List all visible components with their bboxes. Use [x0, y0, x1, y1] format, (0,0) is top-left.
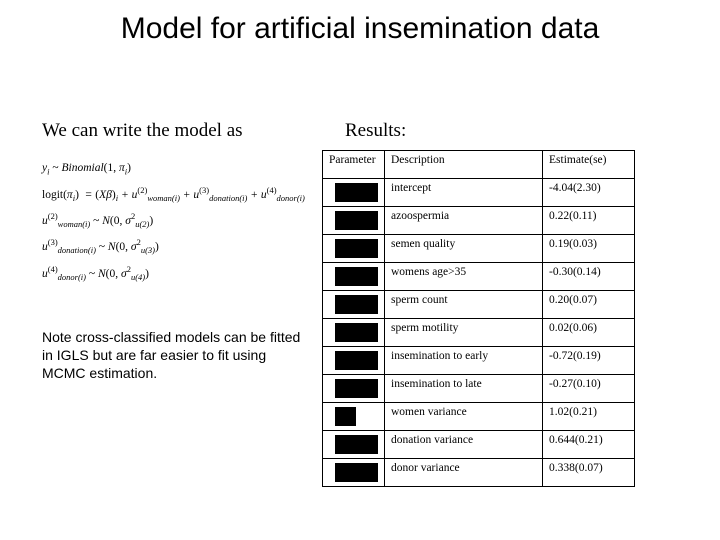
formula-line-1: yi ~ Binomial(1, πi): [42, 160, 312, 178]
description-cell: womens age>35: [385, 263, 543, 291]
redacted-parameter-icon: [335, 211, 378, 230]
model-formulas: yi ~ Binomial(1, πi) logit(πi) = (Xβ)i +…: [42, 160, 312, 289]
redacted-parameter-icon: [335, 379, 378, 398]
estimate-cell: -4.04(2.30): [543, 179, 635, 207]
redacted-parameter-icon: [335, 351, 378, 370]
parameter-cell: [323, 403, 385, 431]
redacted-parameter-icon: [335, 183, 378, 202]
header-description: Description: [385, 151, 543, 179]
table-row: womens age>35-0.30(0.14): [323, 263, 635, 291]
table-header-row: Parameter Description Estimate(se): [323, 151, 635, 179]
estimate-cell: 0.20(0.07): [543, 291, 635, 319]
note-text: Note cross-classified models can be fitt…: [42, 328, 302, 383]
table-row: intercept-4.04(2.30): [323, 179, 635, 207]
redacted-parameter-icon: [335, 295, 378, 314]
table-row: semen quality0.19(0.03): [323, 235, 635, 263]
parameter-cell: [323, 263, 385, 291]
estimate-cell: 1.02(0.21): [543, 403, 635, 431]
results-label: Results:: [345, 120, 406, 142]
table-row: women variance1.02(0.21): [323, 403, 635, 431]
table-row: insemination to late-0.27(0.10): [323, 375, 635, 403]
description-cell: donation variance: [385, 431, 543, 459]
redacted-parameter-icon: [335, 463, 378, 482]
intro-text: We can write the model as: [42, 120, 243, 142]
table-row: donor variance0.338(0.07): [323, 459, 635, 487]
table-row: donation variance0.644(0.21): [323, 431, 635, 459]
redacted-parameter-icon: [335, 239, 378, 258]
formula-line-5: u(4)donor(i) ~ N(0, σ2u(4)): [42, 263, 312, 283]
parameter-cell: [323, 207, 385, 235]
parameter-cell: [323, 459, 385, 487]
redacted-parameter-icon: [335, 267, 378, 286]
estimate-cell: 0.22(0.11): [543, 207, 635, 235]
parameter-cell: [323, 235, 385, 263]
description-cell: donor variance: [385, 459, 543, 487]
parameter-cell: [323, 319, 385, 347]
header-estimate: Estimate(se): [543, 151, 635, 179]
estimate-cell: 0.644(0.21): [543, 431, 635, 459]
description-cell: azoospermia: [385, 207, 543, 235]
description-cell: women variance: [385, 403, 543, 431]
description-cell: insemination to early: [385, 347, 543, 375]
redacted-parameter-icon: [335, 407, 356, 426]
table-row: sperm count0.20(0.07): [323, 291, 635, 319]
description-cell: intercept: [385, 179, 543, 207]
estimate-cell: 0.02(0.06): [543, 319, 635, 347]
table-body: intercept-4.04(2.30)azoospermia0.22(0.11…: [323, 179, 635, 487]
description-cell: sperm motility: [385, 319, 543, 347]
estimate-cell: -0.30(0.14): [543, 263, 635, 291]
description-cell: semen quality: [385, 235, 543, 263]
parameter-cell: [323, 291, 385, 319]
results-table: Parameter Description Estimate(se) inter…: [322, 150, 635, 487]
parameter-cell: [323, 179, 385, 207]
description-cell: insemination to late: [385, 375, 543, 403]
estimate-cell: 0.338(0.07): [543, 459, 635, 487]
estimate-cell: 0.19(0.03): [543, 235, 635, 263]
slide: Model for artificial insemination data W…: [0, 0, 720, 540]
estimate-cell: -0.27(0.10): [543, 375, 635, 403]
formula-line-3: u(2)woman(i) ~ N(0, σ2u(2)): [42, 210, 312, 230]
table-row: azoospermia0.22(0.11): [323, 207, 635, 235]
parameter-cell: [323, 375, 385, 403]
formula-line-2: logit(πi) = (Xβ)i + u(2)woman(i) + u(3)d…: [42, 184, 312, 204]
slide-title: Model for artificial insemination data: [0, 12, 720, 46]
table-row: insemination to early-0.72(0.19): [323, 347, 635, 375]
formula-line-4: u(3)donation(i) ~ N(0, σ2u(3)): [42, 236, 312, 256]
table-row: sperm motility0.02(0.06): [323, 319, 635, 347]
parameter-cell: [323, 347, 385, 375]
redacted-parameter-icon: [335, 435, 378, 454]
parameter-cell: [323, 431, 385, 459]
description-cell: sperm count: [385, 291, 543, 319]
header-parameter: Parameter: [323, 151, 385, 179]
redacted-parameter-icon: [335, 323, 378, 342]
estimate-cell: -0.72(0.19): [543, 347, 635, 375]
